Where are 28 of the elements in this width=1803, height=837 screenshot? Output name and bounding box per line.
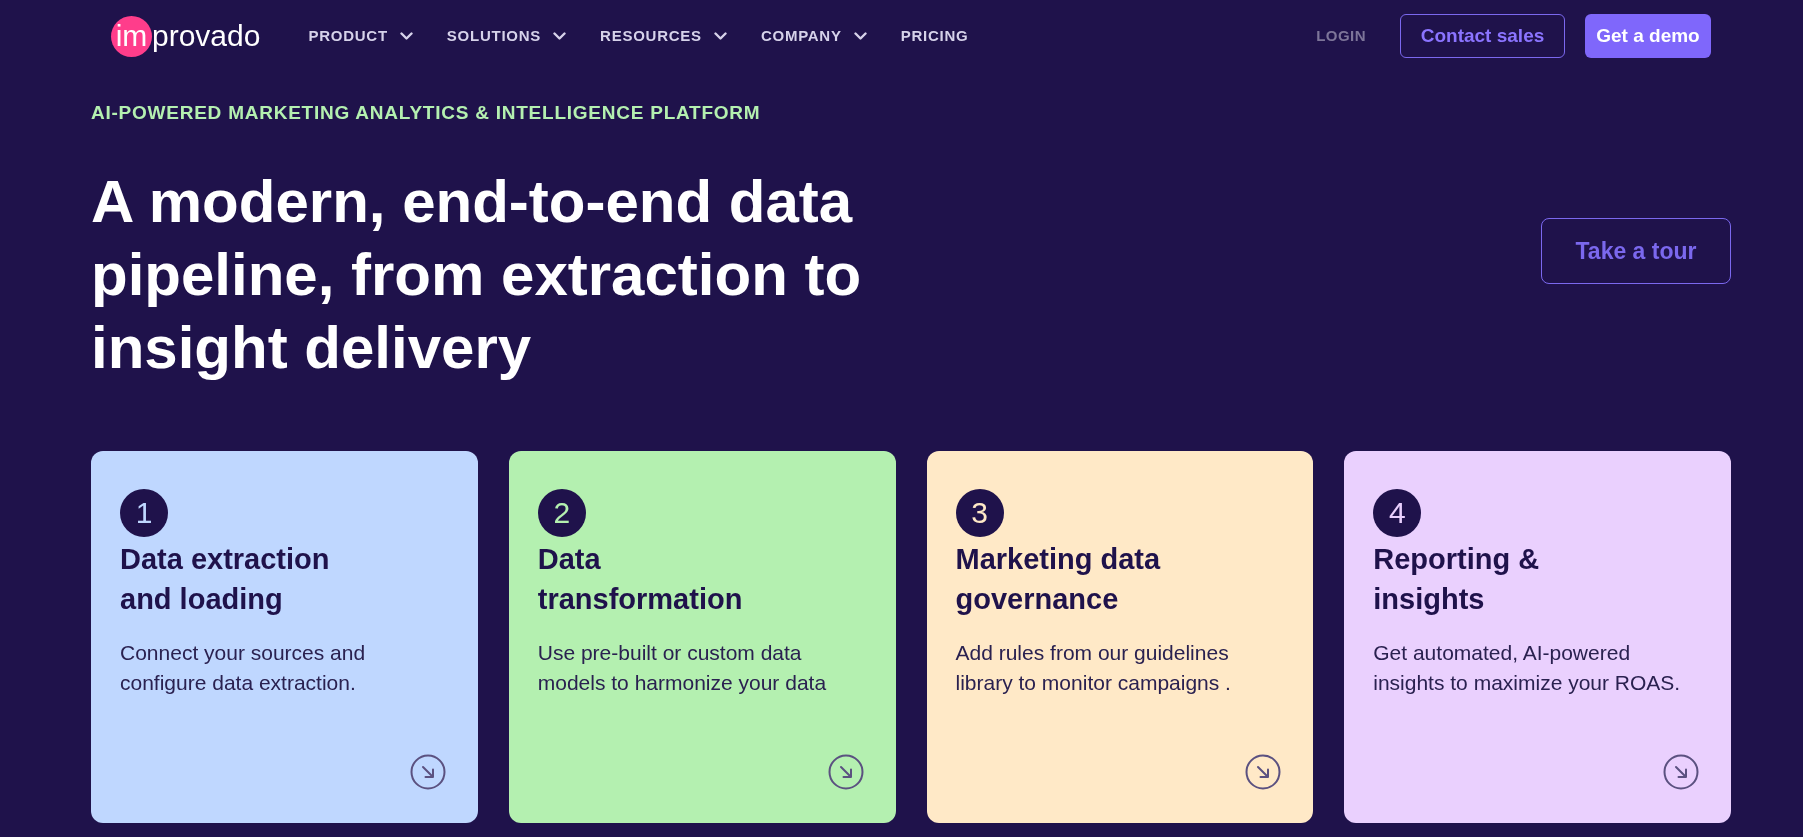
step-description: Get automated, AI-powered insights to maximize your ROAS. xyxy=(1373,640,1682,696)
eyebrow-text: AI-POWERED MARKETING ANALYTICS & INTELLIGENCE PLATFORM xyxy=(91,102,762,124)
step-number: 1 xyxy=(120,489,168,537)
nav-menu-item[interactable]: SOLUTIONS xyxy=(446,24,567,48)
contact-sales-button[interactable]: Contact sales xyxy=(1400,14,1565,58)
get-a-demo-button[interactable]: Get a demo xyxy=(1585,14,1711,58)
nav-menu-item[interactable]: COMPANY xyxy=(760,24,867,48)
step-number: 3 xyxy=(955,489,1004,537)
nav-menu-item[interactable]: PRODUCT xyxy=(308,24,413,48)
hero-heading: A modern, end-to-end data pipeline, from extraction to insight delivery xyxy=(91,167,863,383)
step-title: Data extraction and loading xyxy=(120,542,331,617)
step-number: 4 xyxy=(1373,489,1422,537)
arrow-down-right-icon[interactable] xyxy=(1245,754,1282,790)
nav-menu-item[interactable]: PRICING xyxy=(900,24,969,48)
take-a-tour-button[interactable]: Take a tour xyxy=(1541,218,1731,284)
arrow-down-right-icon[interactable] xyxy=(1663,754,1699,790)
step-title: Data transformation xyxy=(537,542,744,617)
login-link[interactable]: LOGIN xyxy=(1316,24,1366,48)
arrow-down-right-icon[interactable] xyxy=(409,754,446,790)
step-description: Use pre-built or custom data models to harmonize your data xyxy=(537,640,828,696)
step-title: Reporting & insights xyxy=(1373,542,1541,617)
nav-menu-item[interactable]: RESOURCES xyxy=(600,24,727,48)
step-number: 2 xyxy=(537,489,586,537)
step-description: Connect your sources and configure data extraction. xyxy=(120,640,367,696)
step-description: Add rules from our guidelines library to monitor campaigns . xyxy=(955,640,1232,696)
logo[interactable]: im provado xyxy=(111,15,261,57)
arrow-down-right-icon[interactable] xyxy=(827,754,864,790)
step-title: Marketing data governance xyxy=(955,542,1162,617)
